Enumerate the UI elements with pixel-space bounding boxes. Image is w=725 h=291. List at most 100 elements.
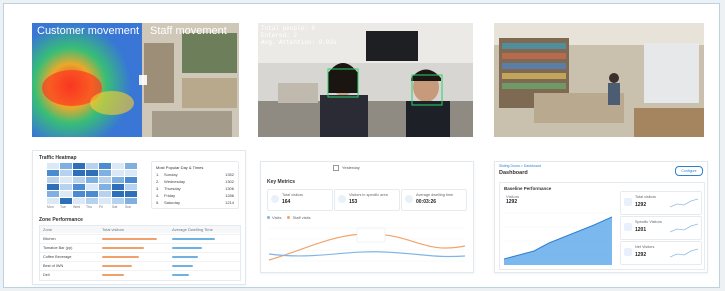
kpi-icon [624,198,632,206]
heatmap-cell [125,184,137,190]
legend-swatch [287,216,291,219]
kpi-card: Specific Visitors 1201 [620,216,702,240]
heatmap-cell [47,163,59,169]
heatmap-day-labels: Mon Tue Wed Thu Fri Sat Sun [47,205,137,211]
heatmap-cell [86,191,98,197]
heatmap-title: Traffic Heatmap [39,155,77,161]
zone-name: Coffee Beverage [43,255,72,259]
heatmap-cell [86,170,98,176]
heatmap-cell [60,177,72,183]
peak-times-card: Most Popular Day & Times 1. Sunday 1352 2. W… [151,161,239,209]
peak-count: 1214 [225,200,234,205]
visitors-bar [102,256,140,258]
store-camera-image [494,23,704,137]
kpi-sparkline [670,198,698,208]
overlay-staff-movement: Staff movement [150,25,227,37]
kpi-sparkline [670,248,698,258]
peak-day: Saturday [164,200,181,205]
heatmap-cell [99,170,111,176]
chart-tooltip [356,227,386,243]
heatmap-day-label: Mon [47,205,54,209]
heatmap-cell [86,163,98,169]
series-line [268,251,466,258]
page-title: Dashboard [499,170,528,176]
peak-row: 2. Wednesday 1302 [156,179,234,185]
visitors-bar [102,265,132,267]
peak-rank: 2. [156,179,160,184]
heatmap-cell [99,177,111,183]
peak-count: 1352 [225,172,234,177]
kpi-label: Specific Visitors [635,220,662,224]
configure-button[interactable]: Configure [675,166,703,176]
zone-row: Best of IWN [40,261,240,270]
heatmap-cell [47,184,59,190]
peak-row: 3. Thursday 1306 [156,186,234,192]
key-metrics-dashboard: Yesterday Key Metrics Total visitors 164 V… [260,161,474,273]
visitors-bar [102,238,158,240]
baseline-card: Baseline Performance Visitors 1292 Total… [499,182,705,270]
zone-row: Kitchen [40,234,240,243]
heatmap-day-label: Tue [60,205,66,209]
calendar-icon [333,165,339,171]
zone-name: Kitchen [43,237,56,241]
heatmap-dashboard: Traffic Heatmap Mon Tue Wed Thu Fri Sat Sun Mo… [32,150,246,285]
heatmap-cell [86,177,98,183]
heatmap-day-label: Thu [86,205,93,209]
key-metrics-cards: Total visitors 164 Visitors in specific ar… [267,189,467,211]
heatmap-cell [47,198,59,204]
metric-value: 164 [282,199,291,205]
kpi-label: Total visitors [635,195,656,199]
store-interior-scene [494,23,704,137]
peak-day: Wednesday [164,179,186,184]
heatmap-day-label: Sun [125,205,132,209]
heatmap-cell [73,163,85,169]
dwell-bar [172,247,203,249]
date-selector-label: Yesterday [342,165,360,171]
heatmap-cell [73,198,85,204]
kpi-sparkline [670,223,698,233]
heatmap-cell [112,184,124,190]
zone-header-zone: Zone [43,227,53,232]
heatmap-camera-image: Customer movement Staff movement [32,23,239,137]
dwell-bar [172,238,215,240]
attention-camera-image: Total people: 9 Entered: 2 Avg. Attention:… [258,23,473,137]
metric-card: Visitors in specific area 153 [334,189,400,211]
metric-label: Total visitors [282,193,303,197]
heatmap-cell [47,170,59,176]
heatmap-cell [125,191,137,197]
zone-row: Coffee Beverage [40,252,240,261]
peak-day: Thursday [164,186,181,191]
sparkline-path [670,248,698,258]
dwell-bar [172,256,199,258]
heatmap-cell [73,170,85,176]
baseline-title: Baseline Performance [504,186,552,191]
traffic-heatmap-grid [47,163,137,204]
breadcrumb[interactable]: Sliding Doors > Dashboard [499,164,541,168]
heatmap-cell [112,177,124,183]
attention-overlay-stats: Total people: 9 Entered: 2 Avg. Attention:… [261,25,337,46]
screenshot-frame: Customer movement Staff movement Traffic… [3,3,720,288]
metric-icon [405,195,413,203]
visits-line-chart [268,227,466,262]
metric-label: Average dwelling time [416,193,454,197]
dwell-bar [172,274,189,276]
sparkline-path [670,223,698,233]
heatmap-day-label: Fri [99,205,104,209]
date-selector[interactable]: Yesterday [333,165,403,172]
zone-header-dwell: Average Dwelling Time [172,227,213,232]
configure-label: Configure [681,169,697,173]
visitors-value: 1292 [506,199,518,205]
peak-day: Sunday [164,172,178,177]
overlay-stat-line: Entered: 2 [261,32,298,39]
heatmap-cell [60,170,72,176]
kpi-value: 1292 [635,252,647,258]
peak-count: 1286 [225,193,234,198]
peak-day: Friday [164,193,176,198]
heatmap-cell [112,163,124,169]
heatmap-cell [112,170,124,176]
peak-row: 5. Saturday 1214 [156,200,234,206]
heatmap-cell [125,163,137,169]
heatmap-cell [99,191,111,197]
peak-count: 1306 [225,186,234,191]
heatmap-cell [86,184,98,190]
